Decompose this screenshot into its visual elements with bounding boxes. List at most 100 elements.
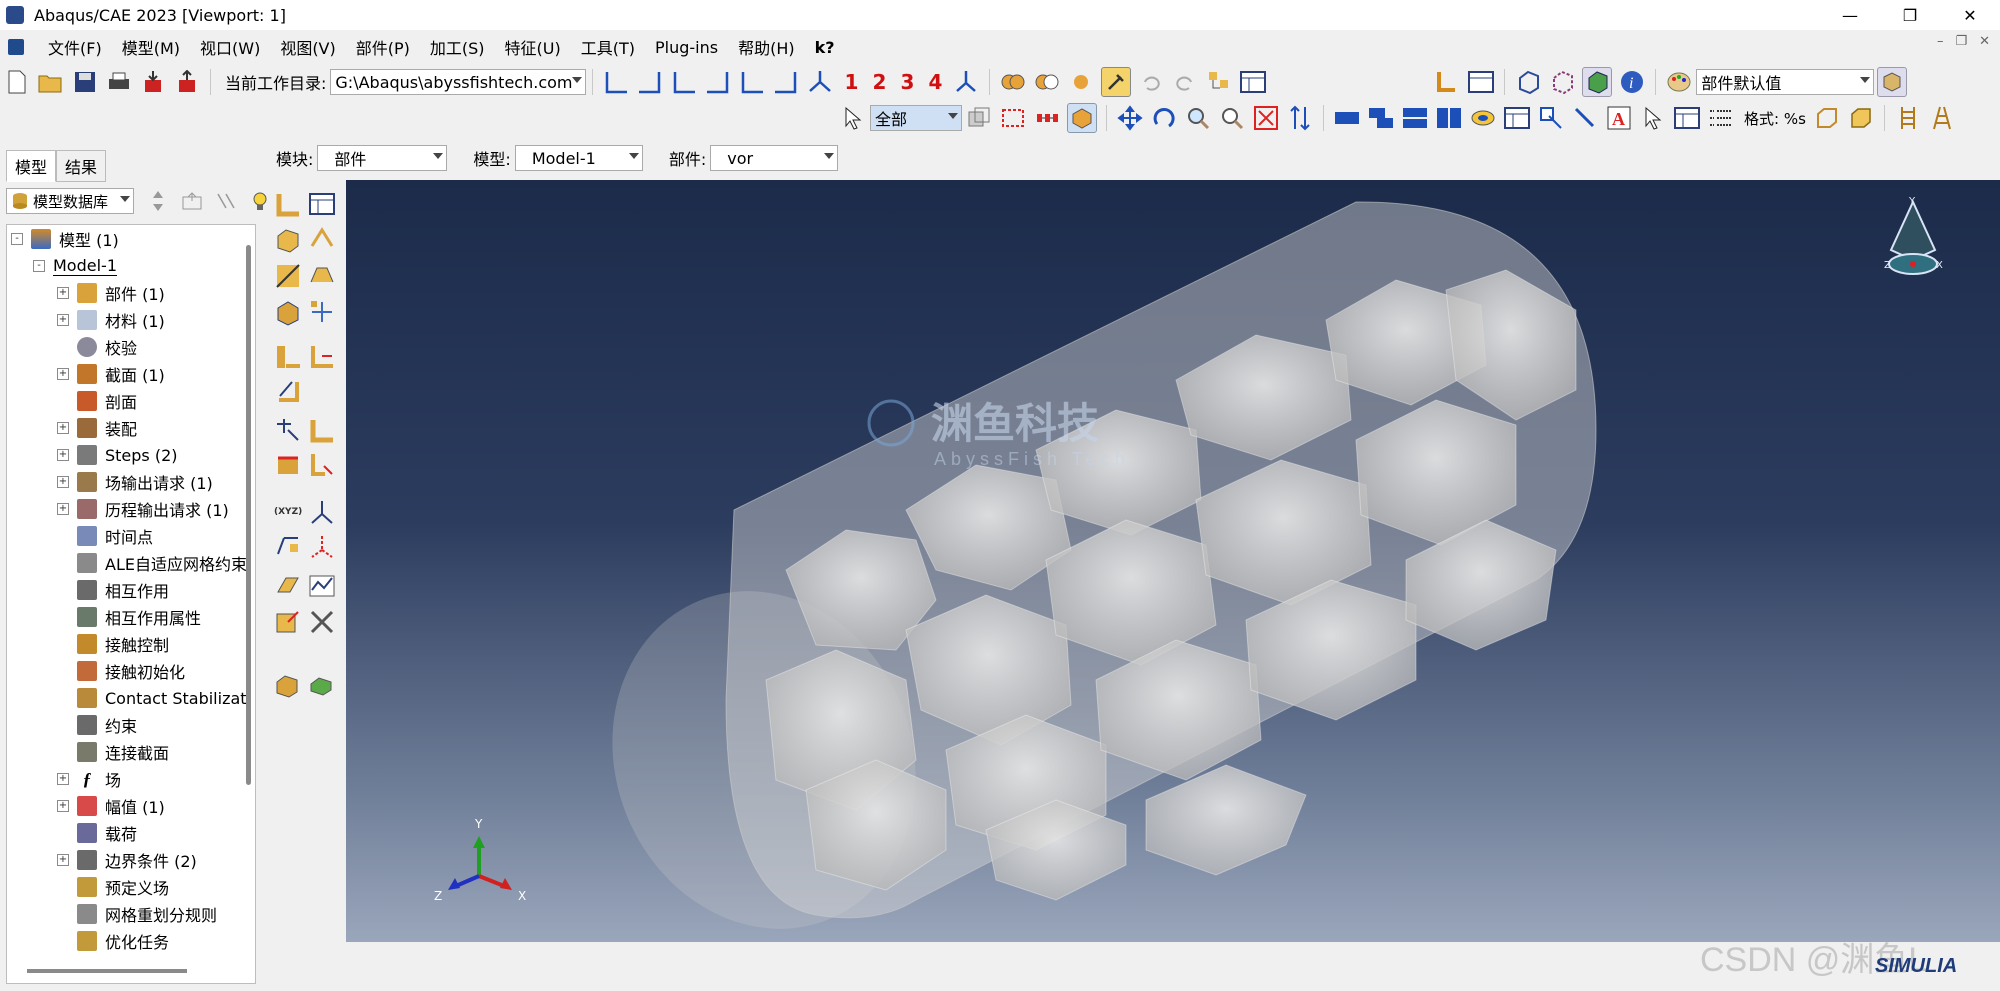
viewport-canvas[interactable]: 渊鱼科技 AbyssFish Tech Y Z X Y X Z (346, 180, 2000, 942)
query-distance-icon[interactable] (1537, 104, 1565, 132)
datum-axis-icon[interactable] (308, 498, 336, 526)
expand-icon[interactable]: + (57, 854, 69, 866)
redo-icon[interactable] (1171, 68, 1199, 96)
cut-icon[interactable] (274, 262, 302, 290)
tree-item-constraints[interactable]: 约束 (77, 713, 137, 737)
collapse-icon[interactable]: - (11, 233, 23, 245)
menu-part[interactable]: 部件(P) (356, 35, 410, 59)
hidden-line-icon[interactable] (1548, 68, 1576, 96)
link-viewports-icon[interactable] (1469, 104, 1497, 132)
view-yx-icon[interactable] (636, 68, 664, 96)
perspective-off-icon[interactable] (1333, 104, 1361, 132)
workdir-combo[interactable]: G:\Abaqus\abyssfishtech.com (330, 69, 587, 95)
tree-horizontal-scrollbar[interactable] (27, 969, 187, 973)
color-palette-icon[interactable] (1665, 68, 1693, 96)
query-pick-icon[interactable] (1101, 67, 1132, 97)
print-icon[interactable] (105, 68, 133, 96)
table-icon[interactable] (1239, 68, 1267, 96)
select-box-icon[interactable] (999, 104, 1027, 132)
close-button[interactable]: ✕ (1940, 0, 2000, 30)
tree-filter-icon[interactable] (212, 187, 240, 215)
view-zy-icon[interactable] (704, 68, 732, 96)
datum-icon[interactable] (274, 376, 302, 404)
edit-feature-icon[interactable] (308, 572, 336, 600)
box-outline-icon[interactable] (1813, 104, 1841, 132)
feature-tree-icon[interactable] (1205, 68, 1233, 96)
select-faces-icon[interactable] (965, 104, 993, 132)
new-file-icon[interactable] (3, 68, 31, 96)
shell-icon[interactable] (308, 226, 336, 254)
view-xz-icon[interactable] (772, 68, 800, 96)
annotation-list-icon[interactable] (1707, 104, 1735, 132)
viewport-vertical-icon[interactable] (1435, 104, 1463, 132)
tree-item-materials[interactable]: + 材料 (1) (57, 308, 165, 332)
geometry-edit-icon[interactable] (274, 670, 302, 698)
shaded-icon[interactable] (1582, 67, 1613, 97)
view-zx-icon[interactable] (738, 68, 766, 96)
rotate-icon[interactable] (1150, 104, 1178, 132)
datum-plane-icon[interactable] (274, 532, 302, 560)
tree-item-contact-initializations[interactable]: 接触初始化 (77, 659, 185, 683)
menu-viewport[interactable]: 视口(W) (200, 35, 260, 59)
tab-model[interactable]: 模型 (6, 150, 57, 182)
attribute-icon[interactable] (274, 608, 302, 636)
maximize-button[interactable]: ❐ (1880, 0, 1940, 30)
extrude-solid-icon[interactable] (274, 226, 302, 254)
menu-plugins[interactable]: Plug-ins (655, 38, 718, 57)
part-manager-icon[interactable] (308, 190, 336, 218)
select-cells-icon[interactable] (1067, 103, 1097, 133)
view-compass[interactable]: Y Z X (1884, 196, 1943, 275)
expand-icon[interactable]: + (57, 503, 69, 515)
tree-item-sections[interactable]: + 截面 (1) (57, 362, 165, 386)
tree-item-field-output[interactable]: + 场输出请求 (1) (57, 470, 213, 494)
tree-item-model-1[interactable]: - Model-1 (33, 254, 117, 278)
view-iso-icon[interactable] (806, 68, 834, 96)
annotation-manager-icon[interactable] (1673, 104, 1701, 132)
window-menu-icon[interactable] (8, 39, 24, 55)
pan-icon[interactable] (1116, 104, 1144, 132)
viewport-3-button[interactable]: 3 (893, 70, 921, 94)
tree-item-calibrations[interactable]: 校验 (77, 335, 137, 359)
tree-item-contact-controls[interactable]: 接触控制 (77, 632, 169, 656)
datum-csys-icon[interactable] (308, 532, 336, 560)
expand-icon[interactable]: + (57, 476, 69, 488)
menu-tools[interactable]: 工具(T) (581, 35, 635, 59)
tree-item-models[interactable]: - 模型 (1) (11, 227, 119, 251)
mdi-close-icon[interactable]: ✕ (1979, 34, 1990, 49)
tab-results[interactable]: 结果 (56, 150, 107, 182)
import-icon[interactable] (139, 68, 167, 96)
pattern-icon[interactable] (308, 298, 336, 326)
tree-item-steps[interactable]: + Steps (2) (57, 443, 178, 467)
color-code-icon[interactable] (1877, 67, 1908, 97)
perspective-on-icon[interactable] (1367, 104, 1395, 132)
wire-icon[interactable] (308, 262, 336, 290)
box-filled-icon[interactable] (1847, 104, 1875, 132)
tree-item-bcs[interactable]: + 边界条件 (2) (57, 848, 197, 872)
tree-item-contact-stabilizations[interactable]: Contact Stabilizati (77, 686, 251, 710)
solid-feature-icon[interactable] (274, 298, 302, 326)
tree-item-time-points[interactable]: 时间点 (77, 524, 153, 548)
partition-face-icon[interactable] (274, 342, 302, 370)
cycle-views-icon[interactable] (1286, 104, 1314, 132)
ladder-icon[interactable] (1894, 104, 1922, 132)
set-icon[interactable] (308, 416, 336, 444)
tree-item-interaction-properties[interactable]: 相互作用属性 (77, 605, 201, 629)
menu-view[interactable]: 视图(V) (280, 35, 335, 59)
expand-icon[interactable]: + (57, 773, 69, 785)
module-combo[interactable]: 部件 (317, 145, 448, 171)
sketch-display-icon[interactable] (1467, 68, 1495, 96)
collapse-icon[interactable]: - (33, 260, 45, 272)
viewport-2-button[interactable]: 2 (865, 70, 893, 94)
tree-parent-icon[interactable] (178, 187, 206, 215)
expand-icon[interactable]: + (57, 449, 69, 461)
mdi-minimize-icon[interactable]: – (1937, 34, 1944, 49)
boolean-union-icon[interactable] (999, 68, 1027, 96)
tree-item-assembly[interactable]: + 装配 (57, 416, 137, 440)
tree-item-remeshing-rules[interactable]: 网格重划分规则 (77, 902, 217, 926)
sketch-icon[interactable] (274, 572, 302, 600)
tree-item-profiles[interactable]: 剖面 (77, 389, 137, 413)
boolean-cut-icon[interactable] (1033, 68, 1061, 96)
tree-vertical-scrollbar[interactable] (246, 245, 251, 785)
menu-help[interactable]: 帮助(H) (738, 35, 795, 59)
partition-cell-icon[interactable] (308, 342, 336, 370)
